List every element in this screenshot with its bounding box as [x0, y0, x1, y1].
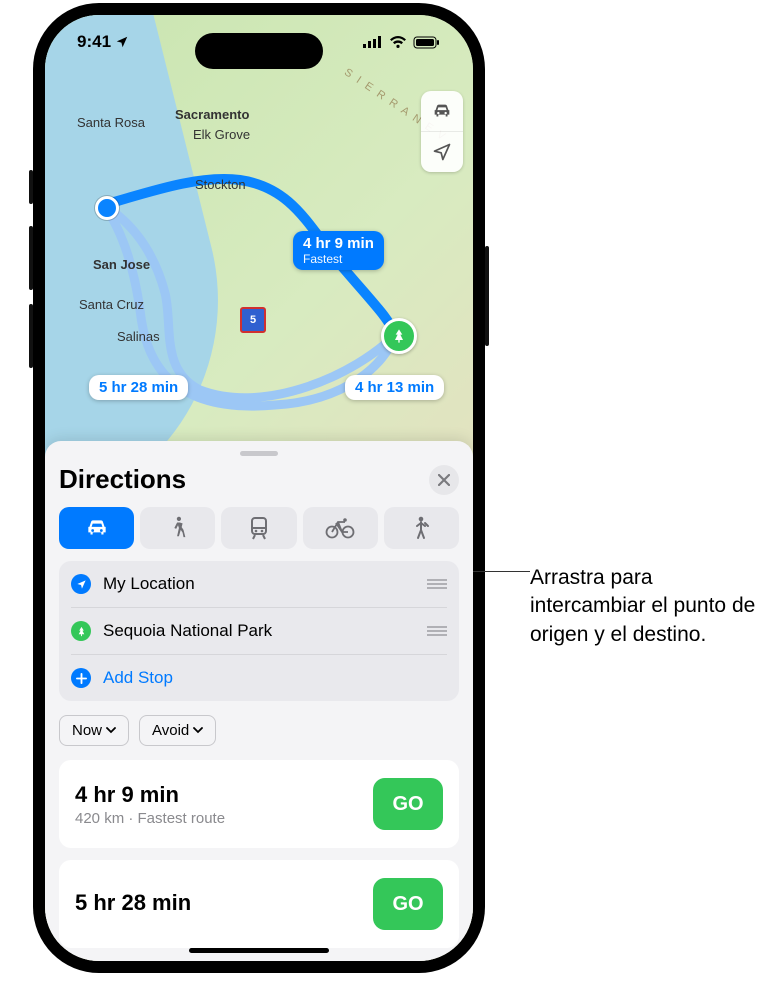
mode-transit[interactable] — [221, 507, 296, 549]
dynamic-island — [195, 33, 323, 69]
mode-rideshare[interactable] — [384, 507, 459, 549]
route-time: 4 hr 9 min — [75, 782, 225, 808]
iphone-frame: 9:41 — [33, 3, 485, 973]
route-list: 4 hr 9 min 420 km · Fastest route GO 5 h… — [59, 760, 459, 948]
go-button[interactable]: GO — [373, 778, 443, 830]
stop-from[interactable]: My Location — [71, 561, 447, 607]
city-label: Elk Grove — [193, 127, 250, 142]
sheet-title: Directions — [59, 464, 186, 495]
destination-pin — [381, 318, 417, 354]
highway-shield: 5 — [240, 307, 266, 333]
stop-label: My Location — [103, 574, 415, 594]
annotation-text: Arrastra para intercambiar el punto de o… — [530, 564, 760, 649]
locate-me-icon[interactable] — [421, 131, 463, 172]
pill-label: Avoid — [152, 722, 189, 739]
battery-icon — [413, 36, 441, 49]
add-stop-label: Add Stop — [103, 668, 447, 688]
add-stop-button[interactable]: Add Stop — [71, 654, 447, 701]
city-label: San Jose — [93, 257, 150, 272]
chevron-down-icon — [106, 727, 116, 734]
reorder-handle-icon[interactable] — [427, 625, 447, 637]
home-indicator[interactable] — [189, 948, 329, 953]
go-button[interactable]: GO — [373, 878, 443, 930]
route-callout-alt[interactable]: 5 hr 28 min — [89, 375, 188, 400]
mode-walk[interactable] — [140, 507, 215, 549]
route-detail: 420 km · Fastest route — [75, 810, 225, 827]
depart-now-button[interactable]: Now — [59, 715, 129, 746]
city-label: Stockton — [195, 177, 246, 192]
route-time: 5 hr 28 min — [75, 890, 191, 916]
start-pin — [95, 196, 119, 220]
city-label: Sacramento — [175, 107, 249, 122]
status-time: 9:41 — [77, 32, 111, 52]
cellular-icon — [363, 36, 383, 48]
city-label: Santa Cruz — [79, 297, 144, 312]
sheet-grabber[interactable] — [240, 451, 278, 456]
stop-to[interactable]: Sequoia National Park — [71, 607, 447, 654]
callout-subtitle: Fastest — [303, 252, 374, 266]
map-controls — [421, 91, 463, 172]
location-services-icon — [115, 35, 129, 49]
pill-label: Now — [72, 722, 102, 739]
screen: 9:41 — [45, 15, 473, 961]
plus-icon — [71, 668, 91, 688]
mode-drive[interactable] — [59, 507, 134, 549]
route-option[interactable]: 4 hr 9 min 420 km · Fastest route GO — [59, 760, 459, 848]
route-stops: My Location Sequoia National Park — [59, 561, 459, 701]
wifi-icon — [389, 36, 407, 49]
route-option[interactable]: 5 hr 28 min GO — [59, 860, 459, 948]
chevron-down-icon — [193, 727, 203, 734]
city-label: Salinas — [117, 329, 160, 344]
city-label: Santa Rosa — [77, 115, 145, 130]
stop-label: Sequoia National Park — [103, 621, 415, 641]
reorder-handle-icon[interactable] — [427, 578, 447, 590]
route-callout-fastest[interactable]: 4 hr 9 min Fastest — [293, 231, 384, 270]
avoid-button[interactable]: Avoid — [139, 715, 216, 746]
location-arrow-icon — [71, 574, 91, 594]
mode-cycle[interactable] — [303, 507, 378, 549]
callout-time: 4 hr 9 min — [303, 235, 374, 252]
directions-sheet: Directions — [45, 441, 473, 961]
close-button[interactable] — [429, 465, 459, 495]
route-callout-alt[interactable]: 4 hr 13 min — [345, 375, 444, 400]
transport-modes — [59, 507, 459, 549]
tree-icon — [71, 621, 91, 641]
driving-mode-icon[interactable] — [421, 91, 463, 131]
